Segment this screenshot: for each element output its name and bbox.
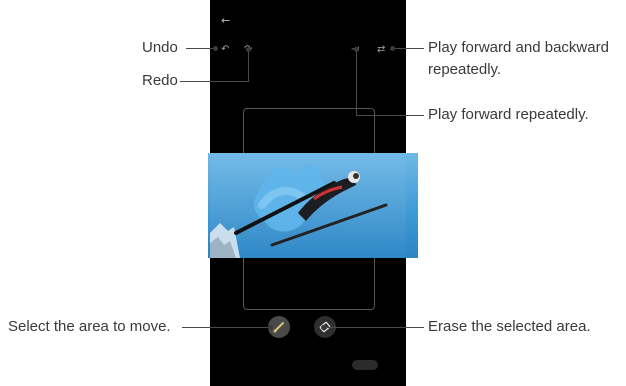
select-area-leader: [182, 327, 270, 328]
play-fb-label-2: repeatedly.: [428, 61, 502, 78]
back-arrow-icon[interactable]: ←: [221, 15, 230, 26]
redo-label: Redo: [142, 72, 178, 89]
play-fb-marker: [390, 46, 395, 51]
undo-icon[interactable]: ↶: [221, 45, 229, 55]
erase-area-label: Erase the selected area.: [428, 318, 591, 335]
phone-screen: ← ↶ ↷ ⇥ ⇄: [210, 0, 406, 386]
undo-marker: [213, 46, 218, 51]
undo-label: Undo: [142, 39, 178, 56]
redo-leader-v: [248, 50, 249, 82]
erase-area-leader: [324, 327, 424, 328]
select-area-label: Select the area to move.: [8, 318, 171, 335]
undo-leader: [186, 48, 216, 49]
play-forward-marker: [354, 47, 359, 52]
redo-marker: [246, 47, 251, 52]
play-fb-leader: [392, 48, 424, 49]
erase-area-marker: [321, 325, 326, 330]
repeat-icon[interactable]: ⇄: [377, 45, 385, 55]
select-area-marker: [268, 325, 273, 330]
redo-leader-h: [180, 81, 248, 82]
play-forward-leader-h: [356, 115, 424, 116]
play-forward-leader-v: [356, 52, 357, 116]
play-fb-label: Play forward and backward: [428, 39, 609, 56]
play-forward-label: Play forward repeatedly.: [428, 106, 589, 123]
save-button[interactable]: [352, 360, 378, 370]
ski-jump-photo: [210, 153, 406, 258]
